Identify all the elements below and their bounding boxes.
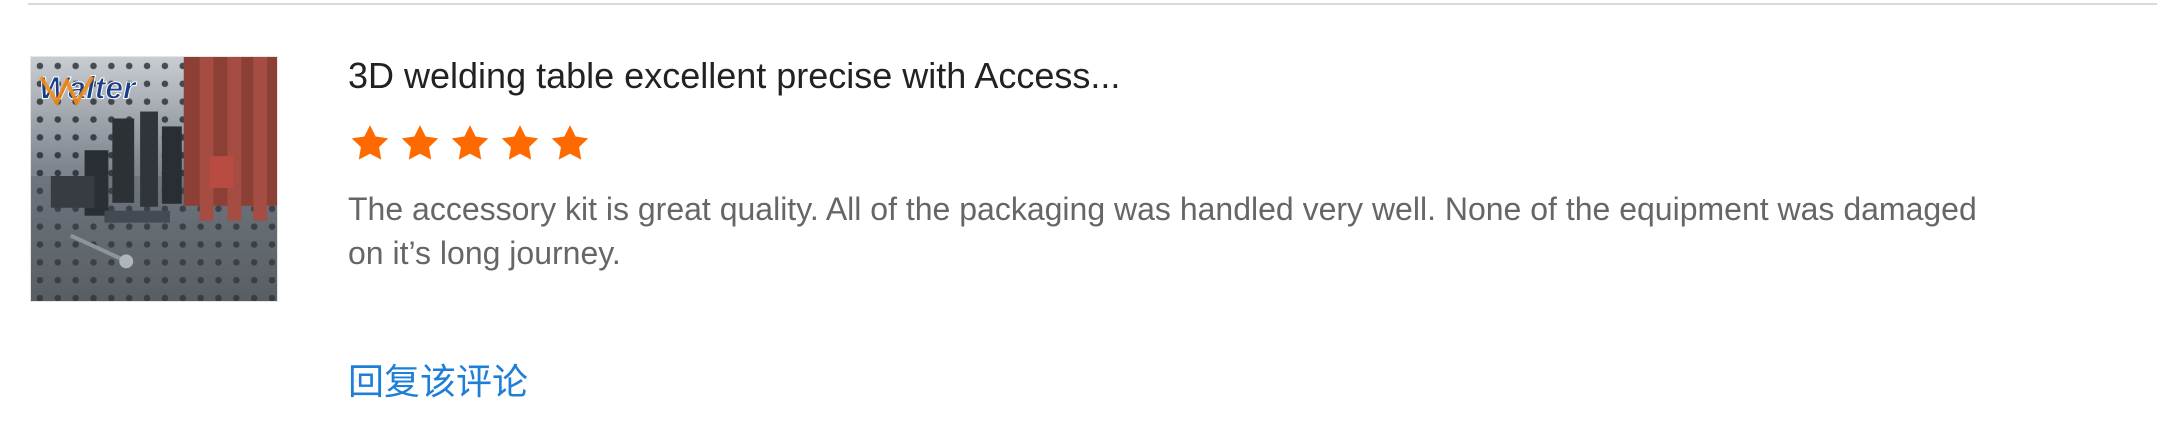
review-text: The accessory kit is great quality. All … (348, 191, 1977, 271)
reply-review-link[interactable]: 回复该评论 (348, 360, 528, 404)
review-content: 3D welding table excellent precise with … (348, 54, 2028, 275)
product-title[interactable]: 3D welding table excellent precise with … (348, 54, 2028, 98)
star-icon (551, 125, 589, 160)
star-rating (348, 122, 2028, 166)
star-icon (401, 125, 439, 160)
welding-table-image: Walter (31, 57, 277, 301)
star-icon (501, 125, 539, 160)
star-icon (351, 125, 389, 160)
product-thumbnail[interactable]: Walter (30, 56, 278, 302)
top-divider (28, 3, 2157, 5)
star-icon (451, 125, 489, 160)
